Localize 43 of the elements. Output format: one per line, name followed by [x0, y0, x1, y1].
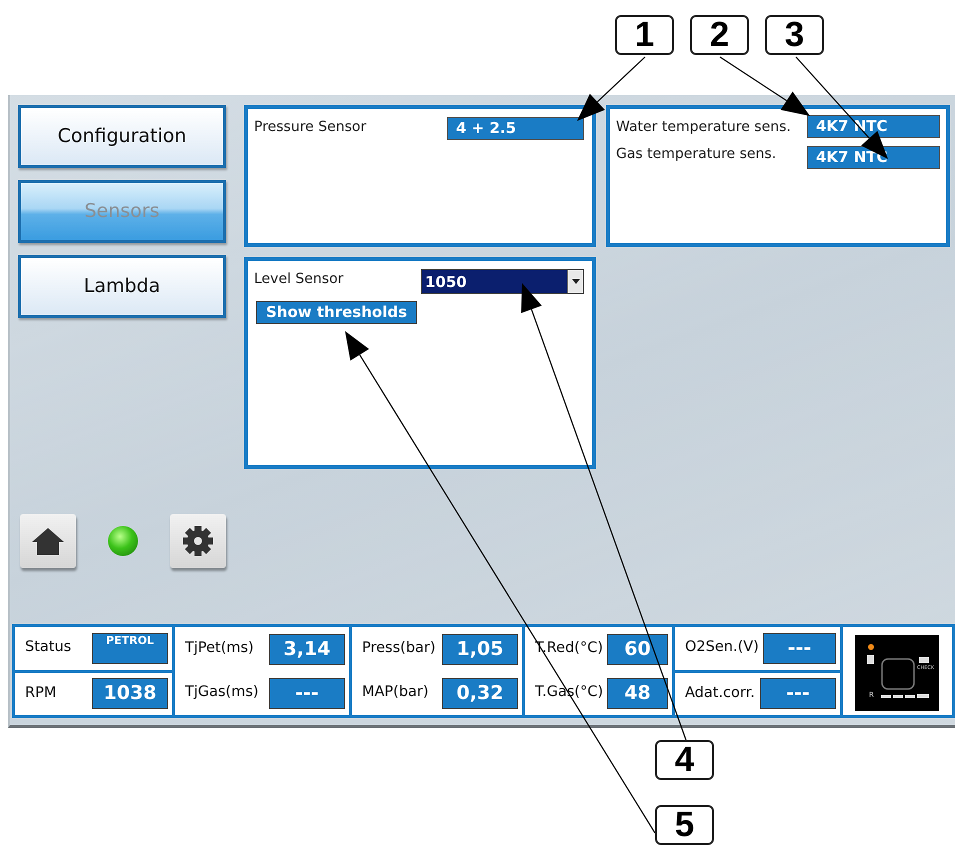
status-value: 48	[607, 678, 668, 708]
fuel-pump-icon	[867, 655, 874, 664]
caret-icon	[572, 279, 580, 284]
status-value: 3,14	[269, 634, 345, 664]
callout-number: 1	[615, 15, 674, 55]
field-label: Water temperature sens.	[616, 118, 791, 137]
pressure-sensor-field[interactable]: 4 + 2.5	[447, 117, 584, 140]
status-label: Adat.corr.	[685, 684, 755, 703]
warning-light-icon	[868, 644, 874, 650]
status-value: PETROL	[92, 632, 168, 664]
level-sensor-select[interactable]: 1050	[421, 269, 584, 294]
nav-button[interactable]: Lambda	[18, 255, 226, 318]
callout-number: 2	[690, 15, 749, 55]
status-value: ---	[760, 678, 836, 710]
status-value: 60	[606, 634, 668, 664]
callout-number: 5	[655, 805, 714, 845]
field-label: Pressure Sensor	[254, 118, 366, 137]
field-label: Level Sensor	[254, 270, 344, 289]
status-value: ---	[762, 632, 836, 664]
button-frame-icon	[881, 658, 915, 690]
nav-button[interactable]: Configuration	[18, 105, 226, 168]
status-label: TjGas(ms)	[185, 683, 259, 702]
settings-button[interactable]	[170, 514, 226, 568]
home-icon	[31, 526, 65, 556]
status-label: O2Sen.(V)	[685, 638, 759, 658]
status-value: 1,05	[442, 634, 518, 664]
status-value: 1038	[92, 678, 168, 710]
show-thresholds-button[interactable]: Show thresholds	[256, 301, 418, 324]
status-value: ---	[269, 678, 345, 708]
status-label: MAP(bar)	[362, 683, 429, 702]
fuel-level-bars	[881, 694, 929, 698]
status-label: RPM	[25, 684, 56, 703]
callout-number: 3	[765, 15, 824, 55]
callout-number: 4	[655, 740, 714, 780]
settings-icon	[182, 525, 214, 557]
status-label: Press(bar)	[362, 639, 436, 658]
leader-line	[577, 56, 646, 121]
status-label: Status	[25, 638, 72, 658]
home-button[interactable]	[20, 514, 76, 568]
status-label: TjPet(ms)	[185, 639, 254, 658]
field-label: Gas temperature sens.	[616, 145, 776, 164]
status-value: 0,32	[442, 678, 518, 708]
engine-icon	[919, 657, 929, 663]
